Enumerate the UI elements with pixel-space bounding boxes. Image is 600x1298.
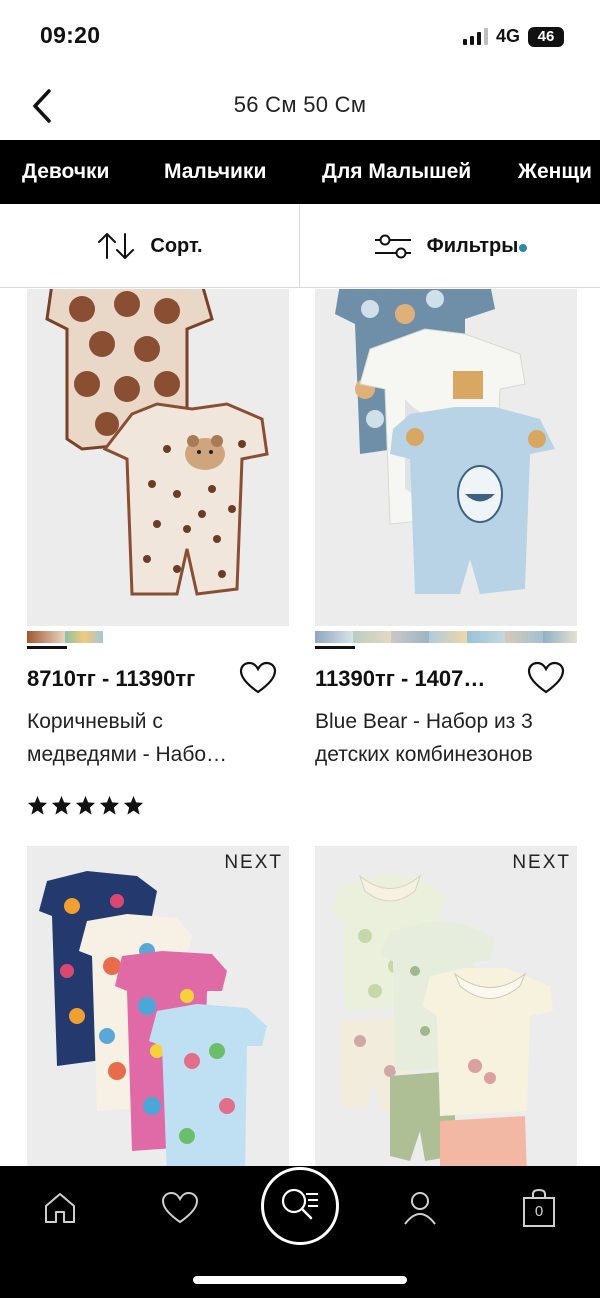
account-icon [404,1192,436,1225]
heart-icon [161,1191,199,1224]
filter-button[interactable]: Фильтры [300,204,600,288]
title-bar: 56 См 50 См [0,72,600,140]
home-indicator [193,1276,407,1284]
star-icon [99,795,120,815]
sort-button[interactable]: Сорт. [0,204,300,288]
status-bar: 09:20 4G 46 [0,0,600,72]
category-tab-babies[interactable]: Для Малышей [322,160,471,184]
search-icon [281,1188,318,1220]
nav-home[interactable] [38,1186,82,1230]
status-time: 09:20 [40,22,101,48]
product-photo-floral-sets [315,846,577,1166]
product-photo-blue-bear-rompers [315,289,577,626]
product-price: 11390тг - 1407… [315,666,486,691]
filter-label: Фильтры [427,235,528,258]
nav-favorites[interactable] [158,1186,202,1230]
product-name: Blue Bear - Набор из 3 детских комбинезо… [315,710,533,766]
star-icon [51,795,72,815]
home-icon [45,1193,75,1223]
rating-stars [27,795,144,815]
star-icon [75,795,96,815]
product-name: Коричневый с медведями - Набо… [27,710,228,766]
sort-arrows-icon [98,233,135,259]
product-image[interactable] [27,289,289,626]
category-tab-boys[interactable]: Мальчики [164,160,266,184]
signal-icon [462,28,488,45]
product-card[interactable]: 11390тг - 1407… Blue Bear - Набор из 3 д… [315,289,577,829]
status-indicators: 4G 46 [462,26,564,47]
nav-account[interactable] [398,1186,442,1230]
nav-search[interactable] [261,1167,339,1245]
product-card[interactable]: NEXT [315,846,577,1166]
bag-count: 0 [534,1203,544,1220]
product-price: 8710тг - 11390тг [27,666,196,691]
color-swatches[interactable] [315,631,577,643]
product-card[interactable]: NEXT [27,846,289,1166]
swatch-selected-indicator [315,646,355,649]
product-photo-brown-bear-rompers [27,289,289,626]
page-title: 56 См 50 См [233,92,367,117]
product-image[interactable]: NEXT [27,846,289,1166]
brand-tag: NEXT [512,852,571,873]
bottom-nav: 0 [0,1166,600,1298]
swatch-selected-indicator [27,646,67,649]
network-type: 4G [495,26,520,46]
product-card[interactable]: 8710тг - 11390тг Коричневый с медведями … [27,289,289,829]
star-icon [27,795,48,815]
brand-tag: NEXT [224,852,283,873]
nav-bag[interactable]: 0 [517,1186,561,1230]
color-swatches[interactable] [27,631,103,643]
sort-filter-bar: Сорт. Фильтры [0,204,600,288]
heart-icon[interactable] [527,661,565,695]
battery-icon: 46 [528,26,564,47]
heart-icon[interactable] [239,661,277,695]
product-image[interactable] [315,289,577,626]
product-photo-colorful-rompers [27,846,289,1166]
product-image[interactable]: NEXT [315,846,577,1166]
filter-sliders-icon [374,234,411,259]
category-nav: Девочки Мальчики Для Малышей Женщи [0,140,600,204]
product-grid: 8710тг - 11390тг Коричневый с медведями … [0,289,600,1166]
filter-active-dot [519,243,528,252]
category-tab-women[interactable]: Женщи [518,160,592,184]
category-tab-girls[interactable]: Девочки [22,160,109,184]
sort-label: Сорт. [150,234,203,257]
star-icon [123,795,144,815]
